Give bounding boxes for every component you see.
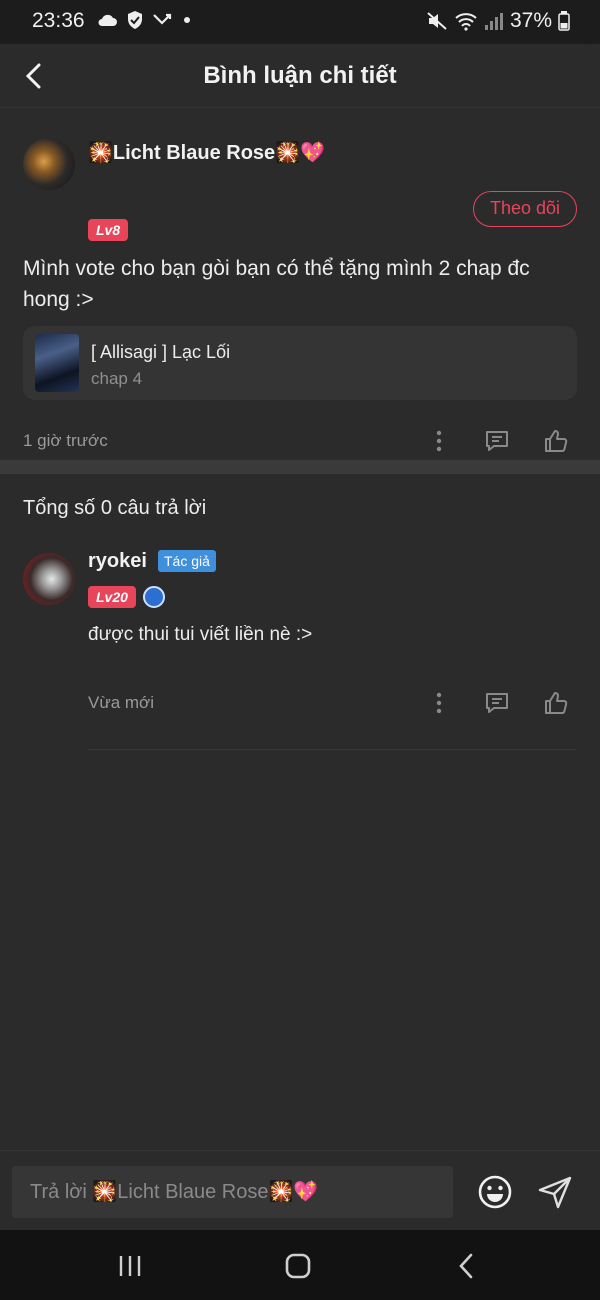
author-badge: Tác giả (158, 550, 216, 572)
story-chapter: chap 4 (91, 369, 143, 388)
main-comment: 🎇Licht Blaue Rose🎇💖 Lv8 Theo dõi Mình vo… (0, 108, 600, 460)
header: Bình luận chi tiết (0, 44, 600, 108)
nav-back-icon (459, 1253, 473, 1279)
emoji-icon (478, 1175, 512, 1209)
mute-icon (427, 12, 447, 30)
recent-apps-button[interactable] (112, 1250, 148, 1282)
avatar[interactable] (23, 553, 75, 605)
story-card[interactable]: [ Allisagi ] Lạc Lối chap 4 (23, 326, 577, 400)
wifi-icon (455, 13, 477, 31)
shield-icon (128, 11, 142, 29)
missed-call-icon (153, 13, 172, 25)
reply-input-bar: Trả lời 🎇Licht Blaue Rose🎇💖 (0, 1150, 600, 1230)
more-options-button[interactable] (424, 688, 454, 718)
reply-actions: Vừa mới (0, 688, 600, 718)
reply-button[interactable] (482, 688, 512, 718)
comment-icon (486, 693, 508, 713)
comment-time: 1 giờ trước (23, 431, 108, 450)
dot-icon (184, 17, 190, 23)
level-badge: Lv20 (88, 586, 136, 608)
battery-icon (558, 11, 570, 31)
reply-input[interactable]: Trả lời 🎇Licht Blaue Rose🎇💖 (12, 1166, 453, 1218)
comment-detail-sheet: Bình luận chi tiết 🎇Licht Blaue Rose🎇💖 L… (0, 44, 600, 1230)
send-button[interactable] (536, 1173, 574, 1211)
reply-time: Vừa mới (88, 693, 154, 712)
comment-icon (486, 431, 508, 451)
status-bar: 23:36 37% (0, 0, 600, 44)
like-button[interactable] (541, 426, 571, 456)
section-divider (0, 460, 600, 474)
home-icon (285, 1253, 311, 1279)
comment-text: Mình vote cho bạn gòi bạn có thể tặng mì… (23, 257, 530, 311)
follow-button[interactable]: Theo dõi (473, 191, 577, 227)
reply-button[interactable] (482, 426, 512, 456)
battery-percent: 37% (509, 9, 552, 32)
cloud-icon (98, 14, 117, 26)
system-nav-bar (0, 1230, 600, 1300)
comment-actions: 1 giờ trước (0, 426, 600, 456)
level-badge: Lv8 (88, 219, 129, 241)
home-button[interactable] (280, 1250, 316, 1282)
thumb-up-icon (545, 430, 568, 452)
status-time: 23:36 (32, 9, 85, 32)
thumb-up-icon (545, 692, 568, 714)
avatar[interactable] (23, 138, 75, 190)
vip-diamond-icon (143, 586, 165, 608)
replies-section: Tổng số 0 câu trả lời ryokei Tác giả Lv2… (0, 474, 600, 1230)
send-icon (538, 1176, 572, 1209)
system-back-button[interactable] (448, 1250, 484, 1282)
replies-count: Tổng số 0 câu trả lời (23, 497, 207, 519)
emoji-button[interactable] (476, 1173, 514, 1211)
more-vert-icon (436, 430, 442, 452)
reply-divider (88, 749, 577, 750)
like-button[interactable] (541, 688, 571, 718)
reply-text: được thui tui viết liền nè :> (88, 624, 313, 645)
reply-username[interactable]: ryokei (88, 550, 147, 573)
recent-apps-icon (119, 1256, 141, 1276)
more-vert-icon (436, 692, 442, 714)
signal-icon (484, 13, 503, 30)
story-title: [ Allisagi ] Lạc Lối (91, 342, 231, 362)
more-options-button[interactable] (424, 426, 454, 456)
story-thumbnail (35, 334, 79, 392)
comment-username[interactable]: 🎇Licht Blaue Rose🎇💖 (88, 140, 325, 165)
page-title: Bình luận chi tiết (203, 62, 397, 89)
